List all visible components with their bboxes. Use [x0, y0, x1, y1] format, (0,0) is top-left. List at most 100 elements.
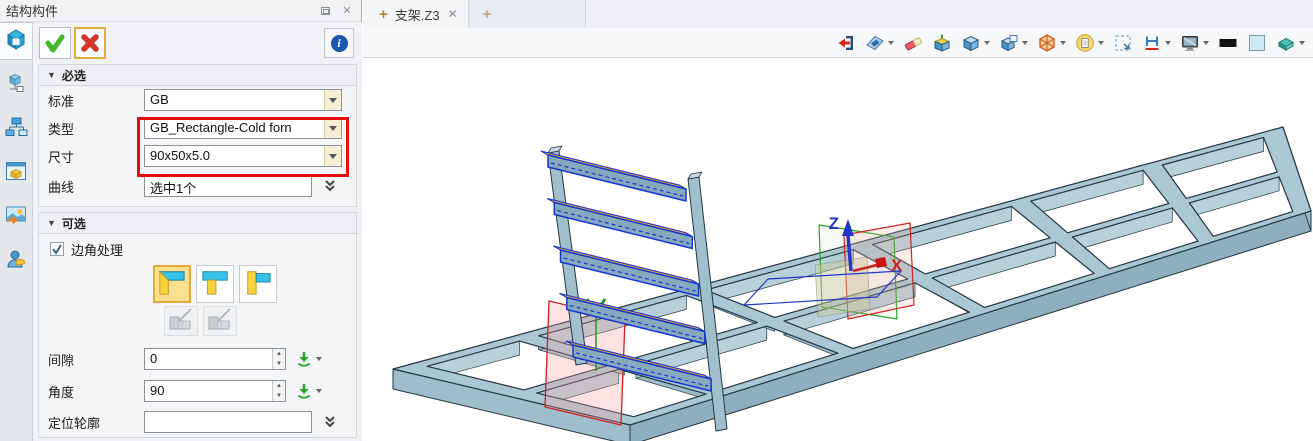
panel-side-tabs [0, 22, 33, 441]
check-mark-icon [51, 243, 63, 255]
model-scene: ZX [363, 59, 1313, 441]
sidebar-item-user-role[interactable] [0, 242, 32, 280]
structural-member-form: i ▼ 必选 标准 GB 类型 GB_Rectangle-C [33, 22, 362, 441]
required-group: ▼ 必选 标准 GB 类型 GB_Rectangle-Cold forn [38, 64, 357, 207]
curve-input[interactable]: 选中1个 [144, 175, 312, 197]
section-required-header[interactable]: ▼ 必选 [39, 65, 356, 86]
tool-exit[interactable] [836, 33, 856, 53]
wireframe-manager-icon [4, 71, 28, 100]
type-dropdown-button[interactable] [324, 118, 341, 138]
sidebar-item-image-export[interactable] [0, 198, 32, 236]
angle-value: 90 [145, 381, 272, 401]
viewport-3d[interactable]: ZX [363, 59, 1313, 441]
curve-label: 曲线 [48, 177, 144, 196]
standard-label: 标准 [48, 91, 144, 110]
assembly-tree-icon [4, 115, 28, 144]
chevron-down-icon[interactable] [316, 357, 322, 361]
window-cube-icon [999, 33, 1019, 53]
corner-treatment-checkbox[interactable] [50, 242, 64, 256]
document-tabbar: + 支架.Z3 ✕ + [363, 0, 1313, 28]
tool-view-plane[interactable] [865, 33, 894, 53]
type-label: 类型 [48, 119, 144, 138]
trim-option-2-icon [207, 307, 233, 336]
sidebar-item-shape-cube[interactable] [0, 22, 32, 60]
image-export-icon [4, 203, 28, 232]
corner-butt-vertical-button[interactable] [239, 265, 277, 303]
spin-up-icon[interactable]: ▲ [273, 381, 285, 391]
tab-close-icon[interactable]: ✕ [448, 7, 458, 21]
chevron-down-icon[interactable] [984, 41, 990, 45]
info-button[interactable]: i [324, 28, 354, 58]
chevron-down-icon[interactable] [1060, 41, 1066, 45]
tool-display-monitor[interactable] [1180, 33, 1209, 53]
tool-shaded-cube[interactable] [961, 33, 990, 53]
display-monitor-icon [1180, 33, 1200, 53]
corner-butt-horizontal-icon [201, 268, 229, 301]
chevron-down-icon [329, 154, 337, 159]
sidebar-item-assembly-tree[interactable] [0, 110, 32, 148]
chevron-down-icon[interactable] [888, 41, 894, 45]
document-area: + 支架.Z3 ✕ + ZX [363, 0, 1313, 441]
exit-icon [836, 33, 856, 53]
profile-label: 定位轮廓 [48, 413, 144, 432]
standard-dropdown[interactable]: GB [144, 89, 342, 111]
new-tab-button[interactable]: + [468, 0, 586, 28]
gap-label: 间隙 [48, 350, 144, 369]
panel-close-button[interactable]: ✕ [339, 4, 355, 18]
corner-miter-button[interactable] [153, 265, 191, 303]
section-optional-header[interactable]: ▼ 可选 [39, 213, 356, 234]
panel-titlebar: 结构构件 ✕ [0, 0, 361, 22]
trim-option-2-button [203, 306, 237, 336]
ok-button[interactable] [39, 27, 71, 59]
corner-butt-horizontal-button[interactable] [196, 265, 234, 303]
double-chevron-down-icon [322, 414, 338, 430]
tool-swatch-blue[interactable] [1247, 33, 1267, 53]
cross-icon [79, 32, 101, 54]
cancel-button[interactable] [74, 27, 106, 59]
sidebar-item-wireframe-manager[interactable] [0, 66, 32, 104]
tab-label: 支架.Z3 [395, 5, 440, 24]
tool-measure-height[interactable] [1142, 33, 1171, 53]
tool-section-block[interactable] [1276, 33, 1305, 53]
spin-up-icon[interactable]: ▲ [273, 349, 285, 359]
angle-spinner[interactable]: 90 ▲▼ [144, 380, 286, 402]
gap-spinner[interactable]: 0 ▲▼ [144, 348, 286, 370]
profile-input[interactable] [144, 411, 312, 433]
info-icon: i [331, 35, 348, 52]
gap-value: 0 [145, 349, 272, 369]
spin-down-icon[interactable]: ▼ [273, 391, 285, 401]
standard-dropdown-button[interactable] [324, 90, 341, 110]
wireframe-hex-icon [1037, 33, 1057, 53]
chevron-down-icon[interactable] [316, 389, 322, 393]
chevron-down-icon[interactable] [1299, 41, 1305, 45]
size-dropdown[interactable]: 90x50x5.0 [144, 145, 342, 167]
collapse-arrow-icon: ▼ [47, 70, 56, 80]
profile-expand-button[interactable] [320, 412, 340, 432]
apply-green-arrow-icon[interactable] [295, 382, 313, 400]
tool-window-cube[interactable] [999, 33, 1028, 53]
tool-zoom-document[interactable] [1075, 33, 1104, 53]
tool-eraser[interactable] [903, 33, 923, 53]
chevron-down-icon[interactable] [1098, 41, 1104, 45]
panel-title: 结构构件 [6, 1, 311, 20]
apply-green-arrow-icon[interactable] [295, 350, 313, 368]
tab-zhijia-z3[interactable]: + 支架.Z3 ✕ [363, 0, 468, 28]
panel-restore-button[interactable] [317, 4, 333, 18]
tool-pin-cube[interactable] [932, 33, 952, 53]
type-dropdown[interactable]: GB_Rectangle-Cold forn [144, 117, 342, 139]
axis-x-label: X [891, 256, 903, 275]
size-label: 尺寸 [48, 147, 144, 166]
view-toolbar [363, 28, 1313, 58]
sidebar-item-window-cube[interactable] [0, 154, 32, 192]
curve-expand-button[interactable] [320, 176, 340, 196]
tool-wireframe-hex[interactable] [1037, 33, 1066, 53]
size-dropdown-button[interactable] [324, 146, 341, 166]
spin-down-icon[interactable]: ▼ [273, 359, 285, 369]
optional-group: ▼ 可选 边角处理 间隙 0 ▲▼ [38, 212, 357, 438]
tool-swatch-black[interactable] [1218, 33, 1238, 53]
chevron-down-icon[interactable] [1022, 41, 1028, 45]
chevron-down-icon[interactable] [1165, 41, 1171, 45]
chevron-down-icon[interactable] [1203, 41, 1209, 45]
corner-butt-vertical-icon [244, 268, 272, 301]
tool-resize-window[interactable] [1113, 33, 1133, 53]
